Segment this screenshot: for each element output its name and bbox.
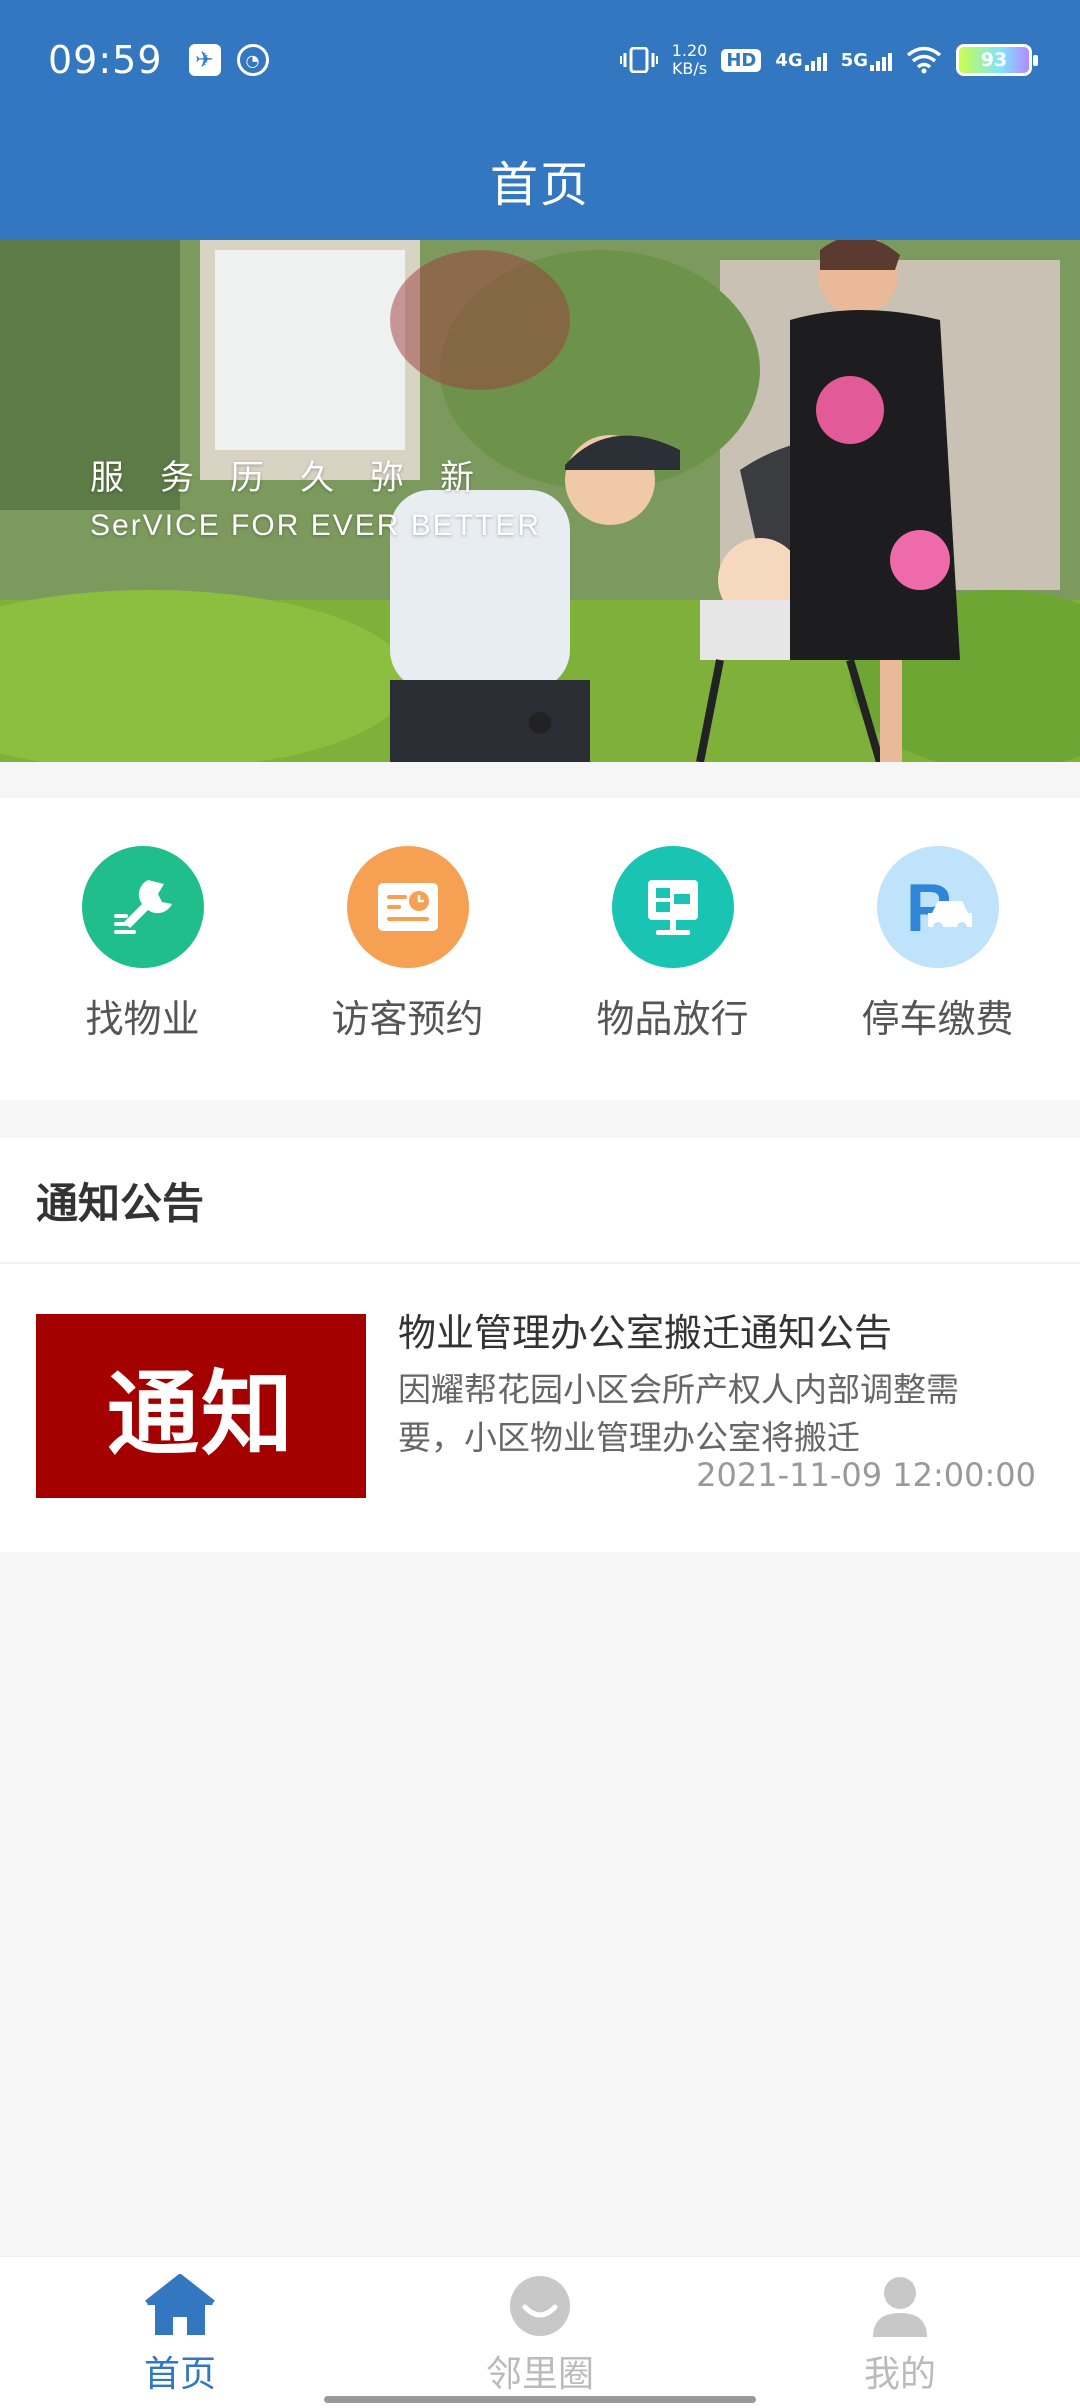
notice-body: 物业管理办公室搬迁通知公告 因耀帮花园小区会所产权人内部调整需 要，小区物业管理…: [398, 1308, 1044, 1552]
battery-indicator: 93: [956, 44, 1038, 76]
app-root: 09:59 ✈ ◔ 1.20 KB/s HD 4G 5G 93 首页 服务历久弥…: [0, 0, 1080, 2408]
hd-badge: HD: [721, 48, 762, 72]
gesture-bar[interactable]: [324, 2396, 756, 2403]
notice-desc-line: 因耀帮花园小区会所产权人内部调整需: [398, 1370, 959, 1409]
shortcut-visitor-booking[interactable]: 访客预约: [283, 798, 533, 1100]
shortcut-parking-payment[interactable]: P 停车缴费: [813, 798, 1063, 1100]
shortcut-find-property[interactable]: 找物业: [18, 798, 268, 1100]
visitor-card-icon: [346, 846, 469, 968]
signal-4g-label: 4G: [775, 49, 803, 71]
banner-carousel[interactable]: 服务历久弥新 SerVICE FOR EVER BETTER: [0, 240, 1080, 762]
title-bar: 首页: [0, 120, 1080, 240]
carousel-indicator: [0, 712, 1080, 734]
notice-item-desc: 因耀帮花园小区会所产权人内部调整需 要，小区物业管理办公室将搬迁: [398, 1366, 1044, 1462]
net-speed: 1.20 KB/s: [672, 42, 708, 78]
notice-section: 通知公告 通知 物业管理办公室搬迁通知公告 因耀帮花园小区会所产权人内部调整需 …: [0, 1138, 1080, 1552]
parking-car-icon: P: [876, 846, 999, 968]
shortcut-label: 停车缴费: [861, 997, 1014, 1041]
status-app-icons: ✈ ◔: [188, 44, 269, 76]
release-monitor-icon: [611, 846, 734, 968]
notice-thumbnail: 通知: [36, 1314, 366, 1498]
banner-slogan-en: SerVICE FOR EVER BETTER: [90, 509, 542, 542]
shortcut-item-release[interactable]: 物品放行: [548, 798, 798, 1100]
carousel-dot-active[interactable]: [529, 712, 551, 734]
chat-bubble-icon: [510, 2276, 570, 2336]
home-icon: [145, 2274, 215, 2335]
wrench-icon: [81, 846, 204, 968]
shortcut-label: 访客预约: [331, 997, 484, 1041]
bottom-nav: 首页 邻里圈 我的: [0, 2256, 1080, 2408]
nav-profile[interactable]: 我的: [770, 2257, 1030, 2408]
shortcut-label: 找物业: [85, 997, 200, 1041]
nav-home[interactable]: 首页: [50, 2257, 310, 2408]
header: 09:59 ✈ ◔ 1.20 KB/s HD 4G 5G 93 首页: [0, 0, 1080, 240]
nav-label: 首页: [143, 2354, 216, 2395]
wifi-icon: [906, 46, 942, 74]
notice-desc-line: 要，小区物业管理办公室将搬迁: [398, 1418, 860, 1457]
notice-item-date: 2021-11-09 12:00:00: [696, 1456, 1036, 1494]
signal-5g: 5G: [841, 50, 892, 71]
status-bar: 09:59 ✈ ◔ 1.20 KB/s HD 4G 5G 93: [0, 0, 1080, 120]
status-time: 09:59: [48, 38, 163, 82]
sync-icon: ◔: [236, 44, 269, 76]
nav-label: 我的: [863, 2354, 936, 2395]
page-title: 首页: [489, 157, 590, 213]
banner-slogan: 服务历久弥新 SerVICE FOR EVER BETTER: [90, 450, 541, 543]
banner-slogan-cn: 服务历久弥新: [90, 458, 510, 498]
signal-bars-icon: [804, 52, 827, 71]
vibrate-icon: [619, 47, 658, 73]
notice-thumbnail-text: 通知: [106, 1359, 295, 1468]
signal-4g: 4G: [775, 49, 827, 71]
signal-5g-label: 5G: [840, 49, 868, 71]
notification-app-icon: ✈: [188, 44, 221, 76]
notice-list-item[interactable]: 通知 物业管理办公室搬迁通知公告 因耀帮花园小区会所产权人内部调整需 要，小区物…: [0, 1264, 1080, 1552]
status-indicators: 1.20 KB/s HD 4G 5G 93: [619, 42, 1038, 78]
net-speed-value: 1.20: [671, 41, 708, 60]
notice-item-title: 物业管理办公室搬迁通知公告: [398, 1311, 893, 1355]
notice-header: 通知公告: [0, 1138, 1080, 1264]
net-speed-unit: KB/s: [671, 59, 708, 78]
notice-section-title: 通知公告: [36, 1178, 205, 1228]
shortcut-label: 物品放行: [596, 997, 749, 1041]
user-icon: [873, 2277, 927, 2337]
shortcut-panel: 找物业 访客预约 物品放行 P 停车缴费: [0, 798, 1080, 1100]
nav-label: 邻里圈: [485, 2354, 594, 2395]
nav-neighborhood[interactable]: 邻里圈: [410, 2257, 670, 2408]
signal-bars-icon: [870, 52, 892, 71]
